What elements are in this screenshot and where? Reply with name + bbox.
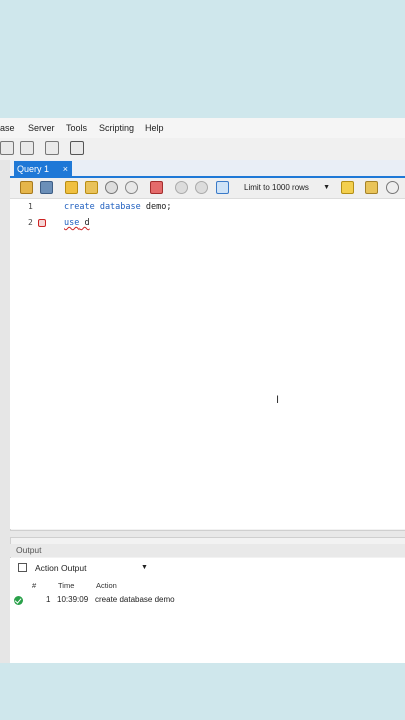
schema-icon[interactable]: [0, 141, 14, 155]
query-toolbar: Limit to 1000 rows ▼: [10, 178, 405, 199]
copy-icon: [18, 563, 27, 572]
column-header-action[interactable]: Action: [96, 581, 117, 590]
rollback-icon[interactable]: [195, 181, 208, 194]
menu-database[interactable]: ase: [0, 123, 15, 133]
table-icon[interactable]: [20, 141, 34, 155]
chevron-down-icon: ▼: [141, 564, 148, 571]
tab-label: Query 1: [17, 164, 50, 174]
output-type-select[interactable]: Action Output ▼: [16, 561, 148, 575]
code-line: create database demo;: [64, 202, 171, 212]
autocommit-icon[interactable]: [216, 181, 229, 194]
column-header-num[interactable]: #: [32, 581, 36, 590]
sql-keyword: use: [64, 218, 80, 228]
menu-server[interactable]: Server: [28, 123, 55, 133]
execute-current-icon[interactable]: [85, 181, 98, 194]
sql-text: demo;: [140, 202, 172, 212]
output-header: Output: [10, 544, 405, 557]
line-number: 1: [28, 202, 33, 211]
code-line: use d: [64, 218, 90, 228]
line-number: 2: [28, 218, 33, 227]
menu-tools[interactable]: Tools: [66, 123, 87, 133]
open-file-icon[interactable]: [20, 181, 33, 194]
sql-keyword: create database: [64, 202, 141, 212]
row-number: 1: [46, 595, 51, 604]
query-tab-bar: Query 1 ×: [10, 160, 405, 178]
column-header-time[interactable]: Time: [58, 581, 74, 590]
workbench-window: ase Server Tools Scripting Help Query 1 …: [0, 118, 405, 663]
close-icon[interactable]: ×: [63, 161, 68, 177]
save-icon[interactable]: [40, 181, 53, 194]
chevron-down-icon: ▼: [323, 184, 330, 191]
error-marker-icon: [38, 219, 46, 227]
sql-editor[interactable]: 1 2 create database demo; use d I: [10, 199, 405, 529]
limit-rows-select[interactable]: Limit to 1000 rows ▼: [243, 181, 332, 195]
panel-splitter[interactable]: [10, 530, 405, 538]
execute-icon[interactable]: [65, 181, 78, 194]
row-action: create database demo: [95, 595, 175, 604]
commit-icon[interactable]: [175, 181, 188, 194]
sql-text: d: [79, 218, 90, 228]
error-toggle-icon[interactable]: [150, 181, 163, 194]
editor-gutter: 1 2: [10, 199, 50, 529]
main-toolbar: [0, 138, 405, 161]
search-table-icon[interactable]: [45, 141, 59, 155]
brush-icon[interactable]: [365, 181, 378, 194]
output-title: Output: [16, 545, 42, 555]
output-panel: Action Output ▼ # Time Action 1 10:39:09…: [10, 558, 405, 663]
limit-rows-label: Limit to 1000 rows: [244, 183, 309, 192]
row-time: 10:39:09: [57, 595, 89, 604]
menu-bar: ase Server Tools Scripting Help: [0, 118, 405, 138]
tab-query-1[interactable]: Query 1 ×: [14, 161, 72, 177]
stop-icon[interactable]: [125, 181, 138, 194]
text-cursor-icon: I: [276, 394, 280, 406]
menu-help[interactable]: Help: [145, 123, 164, 133]
search-icon[interactable]: [386, 181, 399, 194]
beautify-icon[interactable]: [341, 181, 354, 194]
menu-scripting[interactable]: Scripting: [99, 123, 134, 133]
reconnect-icon[interactable]: [70, 141, 84, 155]
success-icon: [14, 596, 23, 605]
output-type-label: Action Output: [35, 563, 87, 573]
explain-icon[interactable]: [105, 181, 118, 194]
